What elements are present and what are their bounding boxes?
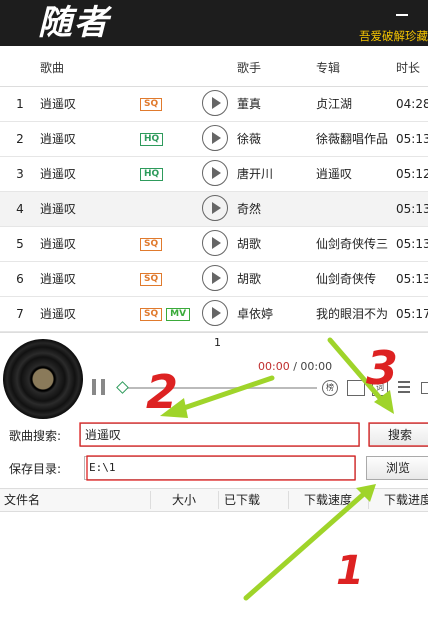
save-dir-highlight-frame — [86, 455, 356, 481]
annotation-overlay: 2 3 1 — [79, 337, 428, 601]
search-button-highlight-frame — [368, 422, 428, 447]
annotation-number-2: 2 — [146, 365, 178, 419]
annotation-number-1: 1 — [336, 548, 364, 594]
annotation-number-3: 3 — [366, 341, 398, 395]
arrow-2-shaft — [175, 375, 275, 413]
search-highlight-frame — [79, 422, 360, 447]
